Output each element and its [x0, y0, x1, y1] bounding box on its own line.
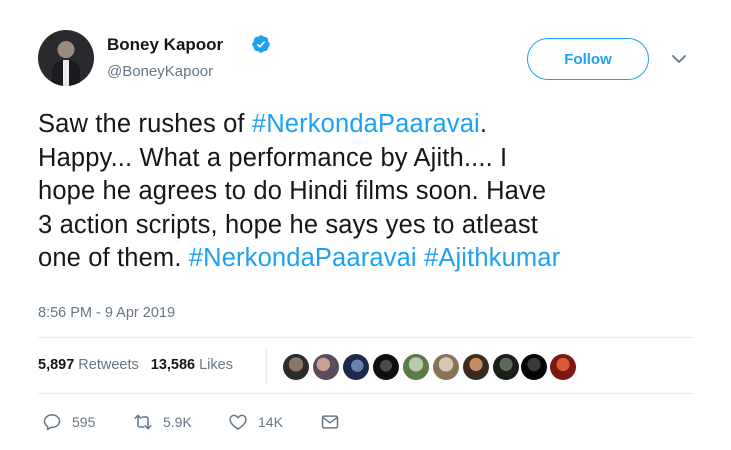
liker-avatar[interactable]	[373, 354, 399, 380]
reply-icon	[43, 414, 61, 431]
like-button[interactable]: 14K	[228, 412, 283, 432]
hashtag-link[interactable]: #NerkondaPaaravai	[189, 244, 417, 272]
liker-avatar[interactable]	[403, 354, 429, 380]
follow-button[interactable]: Follow	[527, 38, 649, 80]
retweet-label[interactable]: Retweets	[78, 357, 138, 373]
display-name[interactable]: Boney Kapoor	[107, 35, 223, 55]
chevron-down-icon[interactable]	[671, 52, 687, 66]
envelope-icon	[321, 415, 339, 429]
tweet-line-4: 3 action scripts, hope he says yes to at…	[38, 210, 539, 239]
liker-avatar[interactable]	[433, 354, 459, 380]
tweet-line-1: Saw the rushes of #NerkondaPaaravai.	[38, 108, 708, 142]
liker-avatar[interactable]	[343, 354, 369, 380]
reply-count: 595	[72, 414, 96, 430]
timestamp[interactable]: 8:56 PM - 9 Apr 2019	[38, 305, 175, 321]
liker-avatar[interactable]	[463, 354, 489, 380]
hashtag-link[interactable]: #NerkondaPaaravai	[252, 110, 480, 138]
retweet-action-count: 5.9K	[163, 414, 192, 430]
tweet-text-segment: one of them.	[38, 244, 189, 272]
tweet-text-segment: .	[479, 110, 488, 138]
direct-message-button[interactable]	[320, 412, 350, 432]
hashtag-link[interactable]: #Ajithkumar	[424, 244, 560, 272]
retweet-button[interactable]: 5.9K	[133, 412, 192, 432]
like-count[interactable]: 13,586	[151, 357, 195, 373]
liker-avatar[interactable]	[283, 354, 309, 380]
retweet-icon	[134, 414, 152, 430]
reply-button[interactable]: 595	[42, 412, 95, 432]
tweet-line-5: one of them. #NerkondaPaaravai #Ajithkum…	[38, 242, 708, 276]
liker-avatar[interactable]	[313, 354, 339, 380]
heart-icon	[229, 414, 247, 430]
stats-separator	[266, 348, 267, 384]
liker-avatar[interactable]	[493, 354, 519, 380]
retweet-count[interactable]: 5,897	[38, 357, 74, 373]
like-label[interactable]: Likes	[199, 357, 233, 373]
user-handle[interactable]: @BoneyKapoor	[107, 63, 213, 80]
divider	[38, 393, 694, 394]
engagement-stats: 5,897 Retweets 13,586 Likes	[38, 357, 233, 373]
tweet-text: Saw the rushes of #NerkondaPaaravai. Hap…	[38, 108, 708, 276]
like-action-count: 14K	[258, 414, 283, 430]
tweet-line-2: Happy... What a performance by Ajith....…	[38, 143, 508, 172]
liker-avatar[interactable]	[521, 354, 547, 380]
avatar[interactable]	[38, 30, 94, 86]
tweet-line-3: hope he agrees to do Hindi films soon. H…	[38, 177, 547, 205]
liker-avatar[interactable]	[550, 354, 576, 380]
verified-badge-icon	[252, 35, 270, 53]
divider	[38, 337, 694, 338]
tweet-text-segment: Saw the rushes of	[38, 110, 252, 138]
